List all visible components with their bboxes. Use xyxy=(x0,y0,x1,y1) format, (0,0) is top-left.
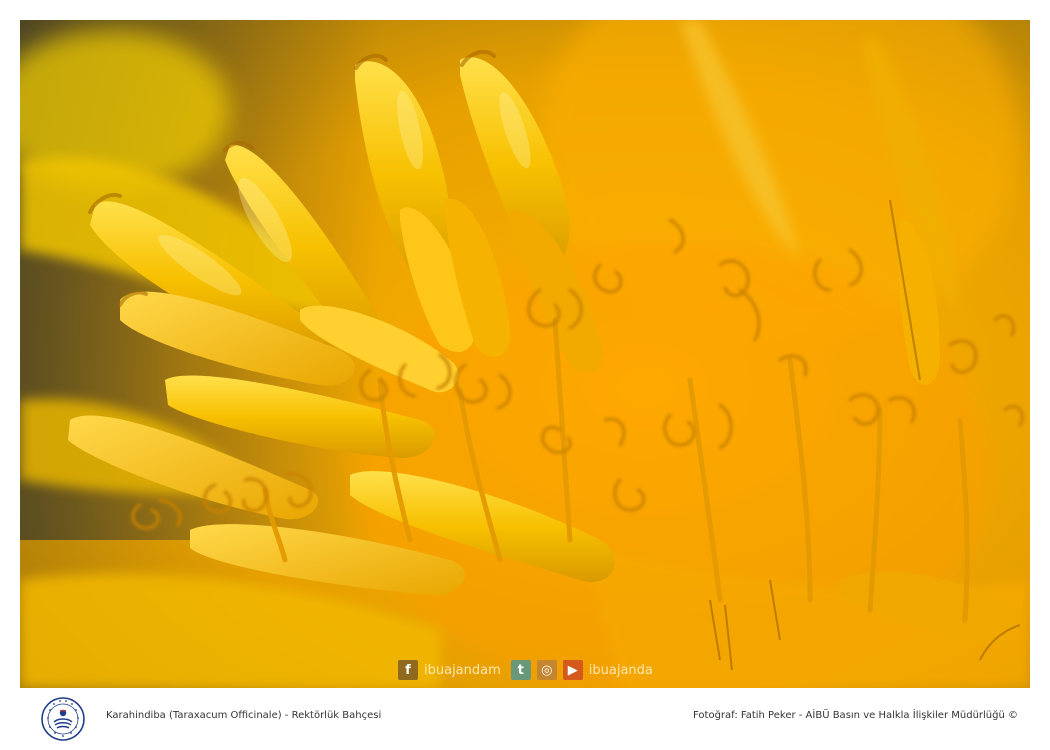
footer: Karahindiba (Taraxacum Officinale) - Rek… xyxy=(0,688,1050,750)
dandelion-illustration xyxy=(20,20,1030,688)
youtube-handle: ibuajanda xyxy=(588,662,653,678)
social-watermark: f ibuajandam t ◎ ▶ ibuajanda xyxy=(398,659,657,681)
photo-credit: Fotoğraf: Fatih Peker - AİBÜ Basın ve Ha… xyxy=(693,710,1018,721)
university-seal-icon xyxy=(41,697,85,741)
facebook-handle: ibuajandam xyxy=(424,662,501,678)
photo-caption: Karahindiba (Taraxacum Officinale) - Rek… xyxy=(106,710,382,721)
twitter-icon[interactable]: t xyxy=(510,660,531,680)
facebook-icon[interactable]: f xyxy=(398,660,418,680)
youtube-icon[interactable]: ▶ xyxy=(562,660,583,680)
instagram-icon[interactable]: ◎ xyxy=(536,660,557,680)
flower-photo xyxy=(20,20,1030,688)
